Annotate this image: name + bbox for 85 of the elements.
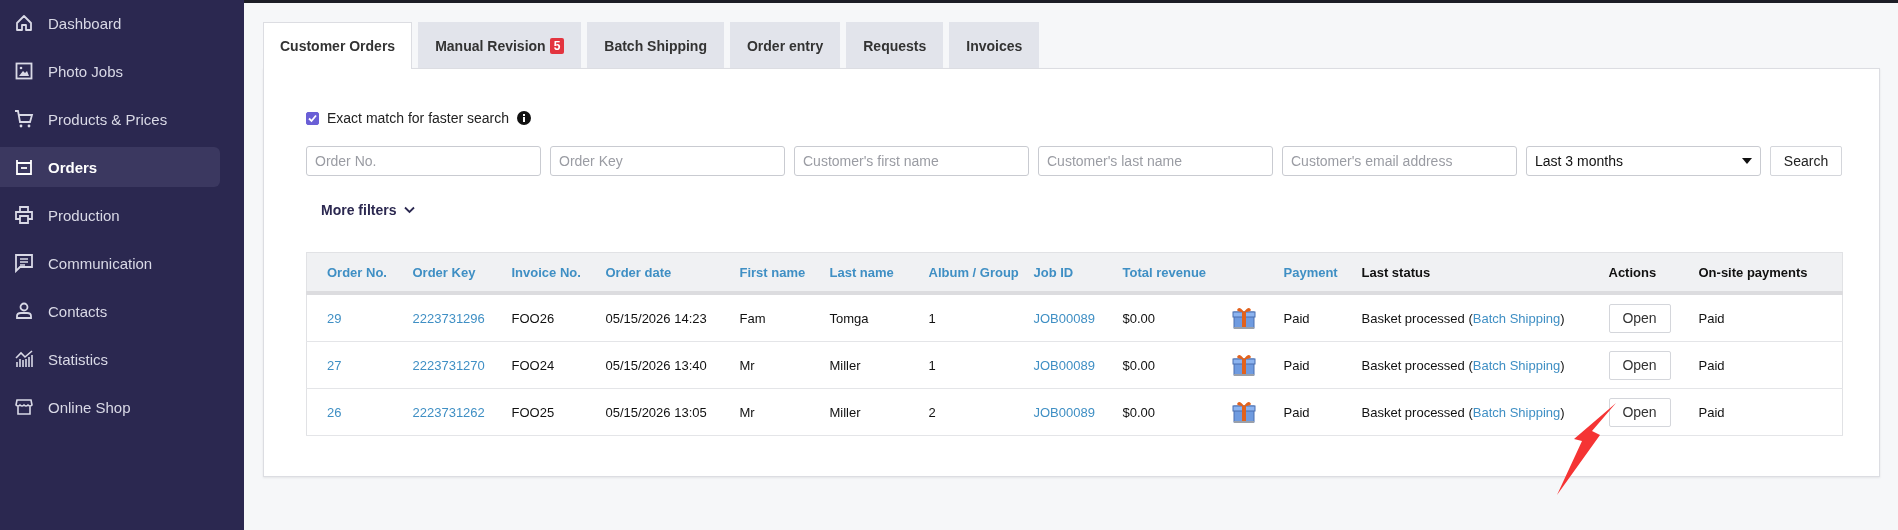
table-cell: Paid (1698, 404, 1725, 420)
sidebar-item[interactable]: Online Shop (0, 387, 220, 427)
table-cell: $0.00 (1122, 357, 1156, 373)
table-link[interactable]: JOB00089 (1033, 357, 1095, 373)
table-cell: $0.00 (1122, 404, 1156, 420)
table-cell: Paid (1283, 310, 1310, 326)
sidebar-item[interactable]: Products & Prices (0, 99, 220, 139)
table-cell: 2 (928, 404, 936, 420)
image-icon (14, 61, 34, 81)
table-link[interactable]: 2223731262 (412, 404, 485, 420)
tab[interactable]: Manual Revision 5 (418, 22, 582, 68)
tab[interactable]: Requests (846, 22, 944, 68)
table-cell: Tomga (829, 310, 869, 326)
table-cell: Paid (1698, 310, 1725, 326)
table-cell: Basket processed (Batch Shipping) (1361, 310, 1565, 326)
table-cell: Basket processed (Batch Shipping) (1361, 404, 1565, 420)
chevron-down-icon (404, 206, 416, 214)
table-cell: Paid (1283, 357, 1310, 373)
table-cell: 05/15/2026 14:23 (605, 310, 707, 326)
table-cell: Fam (739, 310, 766, 326)
search-field[interactable]: Customer's last name (1038, 146, 1273, 176)
status-link[interactable]: Batch Shipping (1472, 310, 1561, 326)
sidebar-item[interactable]: Contacts (0, 291, 220, 331)
sidebar-item[interactable]: Dashboard (0, 3, 220, 43)
home-icon (14, 13, 34, 33)
table-link[interactable]: JOB00089 (1033, 310, 1095, 326)
status-link[interactable]: Batch Shipping (1472, 404, 1561, 420)
table-link[interactable]: JOB00089 (1033, 404, 1095, 420)
caret-down-icon (1742, 158, 1752, 164)
search-field[interactable]: Order No. (306, 146, 541, 176)
printer-icon (14, 205, 34, 225)
sidebar-item[interactable]: Orders (0, 147, 220, 187)
column-header: On-site payments (1698, 264, 1808, 280)
checkbox-label: Exact match for faster search (327, 110, 510, 126)
message-icon (14, 253, 34, 273)
count-badge: 5 (549, 37, 565, 54)
info-icon[interactable] (517, 111, 532, 125)
column-header: Last status (1361, 264, 1431, 280)
table-cell: FOO26 (511, 310, 555, 326)
column-header: Actions (1608, 264, 1657, 280)
cart-icon (14, 109, 34, 129)
open-button[interactable]: Open (1608, 397, 1671, 427)
search-field[interactable]: Customer's first name (794, 146, 1029, 176)
checkbox[interactable] (306, 111, 319, 125)
open-button[interactable]: Open (1608, 303, 1671, 333)
column-header[interactable]: Order date (605, 264, 672, 280)
more-filters-toggle[interactable]: More filters (321, 200, 416, 220)
open-button[interactable]: Open (1608, 350, 1671, 380)
table-cell: FOO25 (511, 404, 555, 420)
tab[interactable]: Batch Shipping (587, 22, 724, 68)
column-header[interactable]: Job ID (1033, 264, 1074, 280)
table-cell: 1 (928, 357, 936, 373)
table-link[interactable]: 27 (327, 357, 342, 373)
table-link[interactable]: 29 (327, 310, 342, 326)
table-cell: Miller (829, 404, 861, 420)
store-icon (14, 397, 34, 417)
search-button[interactable]: Search (1770, 146, 1842, 176)
table-link[interactable]: 26 (327, 404, 342, 420)
table-cell: Mr (739, 404, 755, 420)
sidebar-item[interactable]: Statistics (0, 339, 220, 379)
search-field[interactable]: Order Key (550, 146, 785, 176)
tab[interactable]: Invoices (949, 22, 1040, 68)
box-icon (14, 157, 34, 177)
sidebar-item[interactable]: Production (0, 195, 220, 235)
table-cell: 05/15/2026 13:40 (605, 357, 707, 373)
table-cell: Mr (739, 357, 755, 373)
period-dropdown[interactable]: Last 3 months (1526, 146, 1761, 176)
table-link[interactable]: 2223731296 (412, 310, 485, 326)
person-icon (14, 301, 34, 321)
table-link[interactable]: 2223731270 (412, 357, 485, 373)
tab[interactable]: Order entry (730, 22, 841, 68)
status-link[interactable]: Batch Shipping (1472, 357, 1561, 373)
table-cell: $0.00 (1122, 310, 1156, 326)
sidebar-item[interactable]: Communication (0, 243, 220, 283)
table-cell: Basket processed (Batch Shipping) (1361, 357, 1565, 373)
sidebar-item[interactable]: Photo Jobs (0, 51, 220, 91)
tab[interactable]: Customer Orders (263, 22, 413, 69)
search-field[interactable]: Customer's email address (1282, 146, 1517, 176)
table-cell: Miller (829, 357, 861, 373)
table-cell: Paid (1283, 404, 1310, 420)
table-cell: FOO24 (511, 357, 555, 373)
chart-icon (14, 349, 34, 369)
table-cell: 05/15/2026 13:05 (605, 404, 707, 420)
table-cell: 1 (928, 310, 936, 326)
table-cell: Paid (1698, 357, 1725, 373)
